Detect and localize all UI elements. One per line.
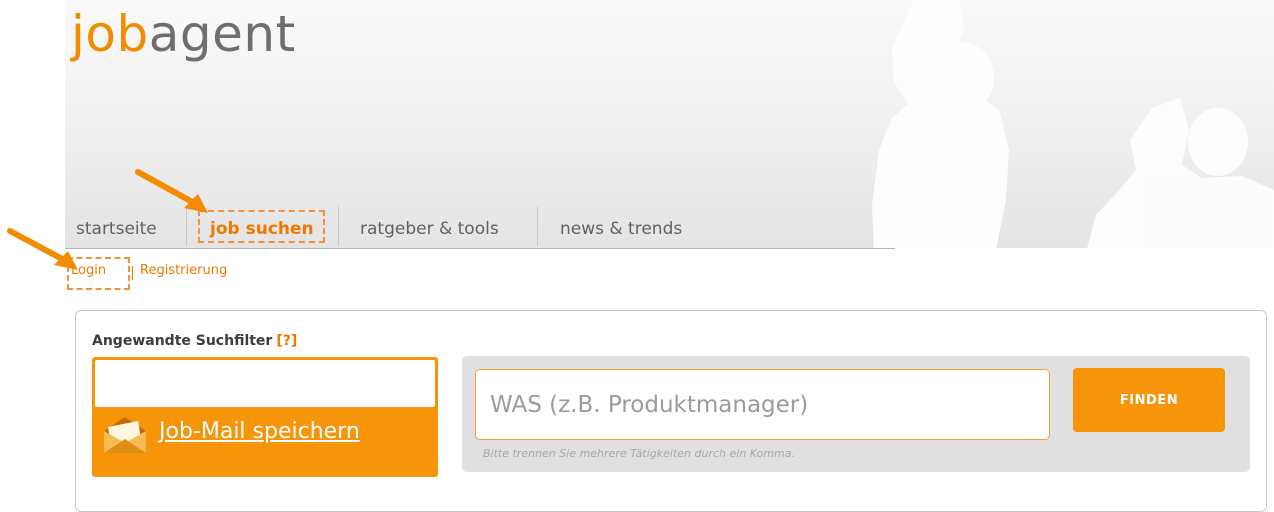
- search-panel: Angewandte Suchfilter [?] Job-Mail speich…: [75, 310, 1267, 512]
- logo-job-text: job: [71, 5, 149, 63]
- logo-agent-text: agent: [148, 5, 296, 63]
- nav-divider: [338, 206, 339, 246]
- annotation-arrow-icon: [135, 169, 208, 213]
- envelope-icon: [104, 417, 146, 453]
- tab-ratgeber-tools[interactable]: ratgeber & tools: [360, 206, 499, 248]
- highlight-box-job-suchen: [198, 210, 325, 243]
- site-logo[interactable]: jobagent: [71, 2, 296, 66]
- nav-divider: [537, 206, 538, 246]
- auth-divider: [132, 266, 133, 280]
- find-button[interactable]: FINDEN: [1073, 368, 1225, 432]
- people-silhouette-image: [872, 0, 1274, 248]
- register-link[interactable]: Registrierung: [140, 263, 227, 278]
- applied-filters-area: [95, 360, 435, 407]
- annotation-arrow-icon: [7, 228, 78, 270]
- tab-news-trends[interactable]: news & trends: [560, 206, 682, 248]
- search-hint: Bitte trennen Sie mehrere Tätigkeiten du…: [483, 447, 796, 460]
- job-mail-box: Job-Mail speichern: [92, 357, 438, 477]
- save-job-mail-link[interactable]: Job-Mail speichern: [159, 419, 360, 444]
- what-search-input[interactable]: [475, 369, 1050, 440]
- filters-help-link[interactable]: [?]: [276, 333, 297, 349]
- applied-filters-label: Angewandte Suchfilter: [92, 333, 273, 349]
- what-search-area: Bitte trennen Sie mehrere Tätigkeiten du…: [462, 356, 1250, 472]
- applied-filters-title: Angewandte Suchfilter [?]: [92, 333, 297, 349]
